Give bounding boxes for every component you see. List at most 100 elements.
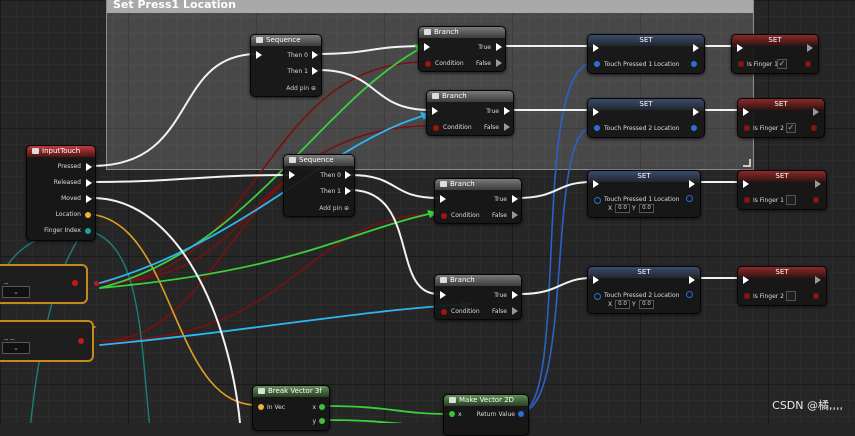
bool-pin[interactable] xyxy=(744,125,750,131)
set-node-touch1-reset[interactable]: SET Touch Pressed 1 Location X 0.0 Y 0.0 xyxy=(587,170,701,218)
var-label: Is Finger 1 xyxy=(747,61,778,68)
checkbox-unchecked[interactable] xyxy=(786,291,796,301)
set-node-finger2[interactable]: SET Is Finger 2 ✓ xyxy=(737,98,825,138)
float-pin-x[interactable] xyxy=(449,411,455,417)
set-node-touch2[interactable]: SET Touch Pressed 2 Location xyxy=(587,98,705,138)
branch-node-4[interactable]: Branch True Condition False xyxy=(434,274,522,320)
exec-pin-true[interactable] xyxy=(512,195,518,203)
bool-pin[interactable] xyxy=(738,61,744,67)
set-node-touch1[interactable]: SET Touch Pressed 1 Location xyxy=(587,34,705,74)
make-vector-2d-node[interactable]: Make Vector 2D x Return Value xyxy=(443,394,529,436)
exec-pin-in[interactable] xyxy=(737,44,743,52)
sequence-node-2[interactable]: Sequence Then 0 Then 1 Add pin ⊕ xyxy=(283,154,355,217)
exec-pin-false[interactable] xyxy=(504,123,510,131)
float-pin-x[interactable] xyxy=(319,404,325,410)
exec-pin-false[interactable] xyxy=(496,59,502,67)
exec-pin-in[interactable] xyxy=(593,276,599,284)
x-value-input[interactable]: 0.0 xyxy=(615,300,630,309)
checkbox-checked[interactable]: ✓ xyxy=(777,59,787,69)
exec-pin-in[interactable] xyxy=(440,291,446,299)
exec-pin-out[interactable] xyxy=(689,180,695,188)
exec-pin-false[interactable] xyxy=(512,211,518,219)
exec-pin-out[interactable] xyxy=(807,44,813,52)
exec-pin-out[interactable] xyxy=(813,108,819,116)
vector-pin-in[interactable] xyxy=(258,404,264,410)
dropdown-chevron-down-icon[interactable]: ⌄ xyxy=(2,286,30,298)
exec-pin-out[interactable] xyxy=(693,44,699,52)
exec-pin-released[interactable] xyxy=(86,179,92,187)
branch-node-1[interactable]: Branch True Condition False xyxy=(418,26,506,72)
set-node-finger2-reset[interactable]: SET Is Finger 2 xyxy=(737,266,827,306)
bool-pin-out[interactable] xyxy=(811,125,817,131)
exec-pin-in[interactable] xyxy=(593,44,599,52)
set-node-touch2-reset[interactable]: SET Touch Pressed 2 Location X 0.0 Y 0.0 xyxy=(587,266,701,314)
exec-pin-moved[interactable] xyxy=(86,195,92,203)
bool-pin-out[interactable] xyxy=(813,197,819,203)
vector2d-pin-out[interactable] xyxy=(691,61,697,67)
exec-pin-in[interactable] xyxy=(593,108,599,116)
bool-pin-condition[interactable] xyxy=(441,213,447,219)
vector2d-pin-out[interactable] xyxy=(691,125,697,131)
exec-pin-then1[interactable] xyxy=(312,67,318,75)
exec-pin-in[interactable] xyxy=(743,276,749,284)
vector2d-pin-out[interactable] xyxy=(686,291,693,298)
inputtouch-node[interactable]: InputTouch Pressed Released Moved Locati… xyxy=(26,145,96,241)
exec-pin-in[interactable] xyxy=(424,43,430,51)
add-pin-button[interactable]: Add pin ⊕ xyxy=(286,85,316,92)
bool-pin-out[interactable] xyxy=(78,338,84,344)
set-node-finger1-reset[interactable]: SET Is Finger 1 xyxy=(737,170,827,210)
vector2d-pin[interactable] xyxy=(594,61,600,67)
exec-pin-then1[interactable] xyxy=(345,187,351,195)
x-value-input[interactable]: 0.0 xyxy=(615,204,630,213)
exec-pin-out[interactable] xyxy=(815,276,821,284)
branch-node-2[interactable]: Branch True Condition False xyxy=(426,90,514,136)
variable-node-2[interactable]: -- -- ⌄ xyxy=(0,320,94,362)
y-value-input[interactable]: 0.0 xyxy=(639,204,654,213)
bool-pin-out[interactable] xyxy=(813,293,819,299)
variable-node-1[interactable]: -- ⌄ xyxy=(0,264,88,304)
int-pin-finger-index[interactable] xyxy=(85,228,91,234)
exec-pin-in[interactable] xyxy=(289,171,295,179)
exec-pin-out[interactable] xyxy=(815,180,821,188)
exec-pin-true[interactable] xyxy=(504,107,510,115)
vector2d-pin-out[interactable] xyxy=(686,195,693,202)
exec-pin-then0[interactable] xyxy=(345,171,351,179)
exec-pin-pressed[interactable] xyxy=(86,163,92,171)
exec-pin-in[interactable] xyxy=(743,180,749,188)
sequence-node-1[interactable]: Sequence Then 0 Then 1 Add pin ⊕ xyxy=(250,34,322,97)
bool-pin-condition[interactable] xyxy=(441,309,447,315)
exec-pin-true[interactable] xyxy=(512,291,518,299)
add-pin-button[interactable]: Add pin ⊕ xyxy=(319,205,349,212)
exec-pin-in[interactable] xyxy=(432,107,438,115)
set-node-finger1[interactable]: SET Is Finger 1 ✓ xyxy=(731,34,819,74)
exec-pin-in[interactable] xyxy=(440,195,446,203)
vector2d-pin-return[interactable] xyxy=(518,411,524,417)
dropdown-chevron-down-icon[interactable]: ⌄ xyxy=(2,342,30,354)
branch-node-3[interactable]: Branch True Condition False xyxy=(434,178,522,224)
exec-pin-in[interactable] xyxy=(743,108,749,116)
vector2d-pin[interactable] xyxy=(594,125,600,131)
exec-pin-in[interactable] xyxy=(593,180,599,188)
bool-pin-out[interactable] xyxy=(72,280,78,286)
bool-pin-condition[interactable] xyxy=(433,125,439,131)
break-vector-node[interactable]: Break Vector 3f In Vec x y xyxy=(252,385,330,431)
vector-pin-location[interactable] xyxy=(85,212,91,218)
vector2d-pin[interactable] xyxy=(594,293,601,300)
float-pin-y[interactable] xyxy=(319,418,325,424)
exec-pin-then0[interactable] xyxy=(312,51,318,59)
bool-pin-out[interactable] xyxy=(805,61,811,67)
exec-pin-in[interactable] xyxy=(256,51,262,59)
bool-pin[interactable] xyxy=(744,197,750,203)
y-value-input[interactable]: 0.0 xyxy=(639,300,654,309)
vector2d-pin[interactable] xyxy=(594,197,601,204)
exec-pin-true[interactable] xyxy=(496,43,502,51)
exec-pin-out[interactable] xyxy=(689,276,695,284)
bool-pin[interactable] xyxy=(744,293,750,299)
checkbox-checked[interactable]: ✓ xyxy=(786,123,796,133)
reroute-node[interactable] xyxy=(94,281,99,286)
exec-pin-false[interactable] xyxy=(512,307,518,315)
checkbox-unchecked[interactable] xyxy=(786,195,796,205)
bool-pin-condition[interactable] xyxy=(425,61,431,67)
pin-label-then0: Then 0 xyxy=(320,172,341,179)
exec-pin-out[interactable] xyxy=(693,108,699,116)
